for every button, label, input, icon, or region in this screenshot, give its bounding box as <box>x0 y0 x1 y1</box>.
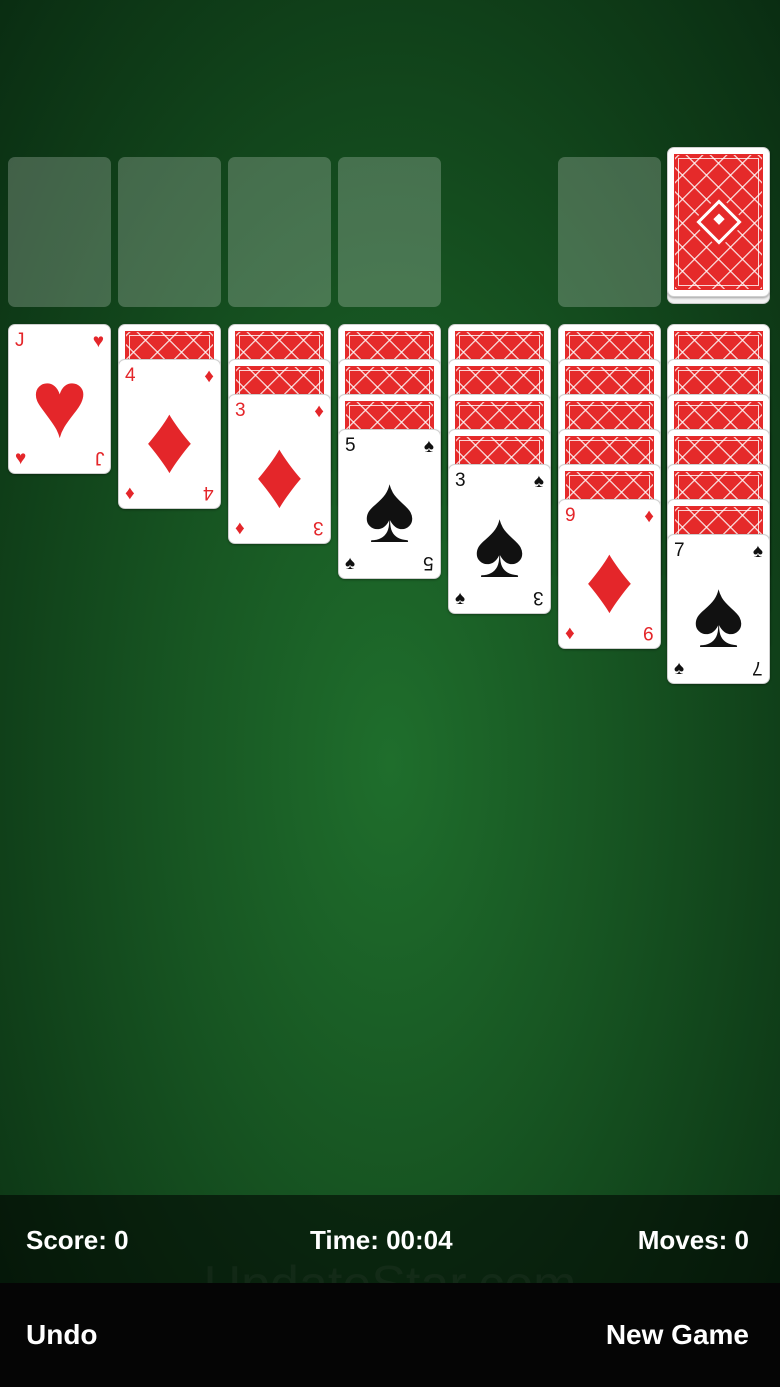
nine-of-diamonds-card[interactable]: 9 ♦ ♦ ♦ 9 <box>558 499 661 649</box>
card-suit-icon: ♦ <box>644 506 654 527</box>
new-game-button[interactable]: New Game <box>606 1319 749 1351</box>
stock-pile[interactable] <box>667 147 770 297</box>
time-label: Time: 00:04 <box>310 1225 453 1255</box>
bottom-toolbar: Undo New Game <box>0 1283 780 1387</box>
card-rank: 3 <box>313 517 324 538</box>
card-suit-icon: ♠ <box>423 436 434 457</box>
card-suit-icon: ♠ <box>674 658 685 679</box>
card-rank: 9 <box>643 622 654 643</box>
foundation-slot-1[interactable] <box>8 157 111 307</box>
card-suit-icon: ♠ <box>345 553 356 574</box>
card-center-suit-icon: ♦ <box>255 420 304 528</box>
game-table: J ♥ ♥ ♥ J 4 ♦ ♦ ♦ 4 3 ♦ ♦ ♦ 3 5 ♠ ♠ ♠ 5 3 ♠ ♠ ♠ 3 9 ♦ ♦ ♦ 9 7 ♠ ♠ ♠ 7 <box>0 0 780 1195</box>
card-center-suit-icon: ♦ <box>585 525 634 633</box>
jack-of-hearts-card[interactable]: J ♥ ♥ ♥ J <box>8 324 111 474</box>
moves-label: Moves: 0 <box>637 1225 749 1255</box>
card-rank: 5 <box>345 435 356 456</box>
card-rank: 7 <box>674 540 685 561</box>
card-rank: 4 <box>203 482 214 503</box>
card-rank: 3 <box>235 400 246 421</box>
foundation-slot-3[interactable] <box>228 157 331 307</box>
score-label: Score: 0 <box>26 1225 129 1255</box>
card-suit-icon: ♠ <box>455 588 466 609</box>
foundation-slot-2[interactable] <box>118 157 221 307</box>
waste-pile[interactable] <box>558 157 661 307</box>
card-suit-icon: ♠ <box>752 541 763 562</box>
status-bar: Score: 0 Time: 00:04 Moves: 0 <box>0 1195 780 1283</box>
card-center-suit-icon: ♠ <box>693 560 744 668</box>
three-of-spades-card[interactable]: 3 ♠ ♠ ♠ 3 <box>448 464 551 614</box>
card-rank: 4 <box>125 365 136 386</box>
foundation-slot-4[interactable] <box>338 157 441 307</box>
card-rank: 7 <box>752 657 763 678</box>
card-suit-icon: ♥ <box>15 448 27 469</box>
four-of-diamonds-card[interactable]: 4 ♦ ♦ ♦ 4 <box>118 359 221 509</box>
card-suit-icon: ♦ <box>235 518 245 539</box>
card-suit-icon: ♦ <box>565 623 575 644</box>
card-suit-icon: ♦ <box>204 366 214 387</box>
card-center-suit-icon: ♦ <box>145 385 194 493</box>
card-rank: J <box>94 447 105 468</box>
card-center-suit-icon: ♥ <box>31 350 88 458</box>
three-of-diamonds-card[interactable]: 3 ♦ ♦ ♦ 3 <box>228 394 331 544</box>
card-rank: 5 <box>423 552 434 573</box>
card-rank: 3 <box>455 470 466 491</box>
card-suit-icon: ♥ <box>92 331 104 352</box>
card-center-suit-icon: ♠ <box>364 455 415 563</box>
card-center-suit-icon: ♠ <box>474 490 525 598</box>
five-of-spades-card[interactable]: 5 ♠ ♠ ♠ 5 <box>338 429 441 579</box>
card-suit-icon: ♠ <box>533 471 544 492</box>
undo-button[interactable]: Undo <box>26 1319 98 1351</box>
card-rank: 9 <box>565 505 576 526</box>
seven-of-spades-card[interactable]: 7 ♠ ♠ ♠ 7 <box>667 534 770 684</box>
card-suit-icon: ♦ <box>125 483 135 504</box>
card-rank: 3 <box>533 587 544 608</box>
card-suit-icon: ♦ <box>314 401 324 422</box>
card-rank: J <box>15 330 25 351</box>
